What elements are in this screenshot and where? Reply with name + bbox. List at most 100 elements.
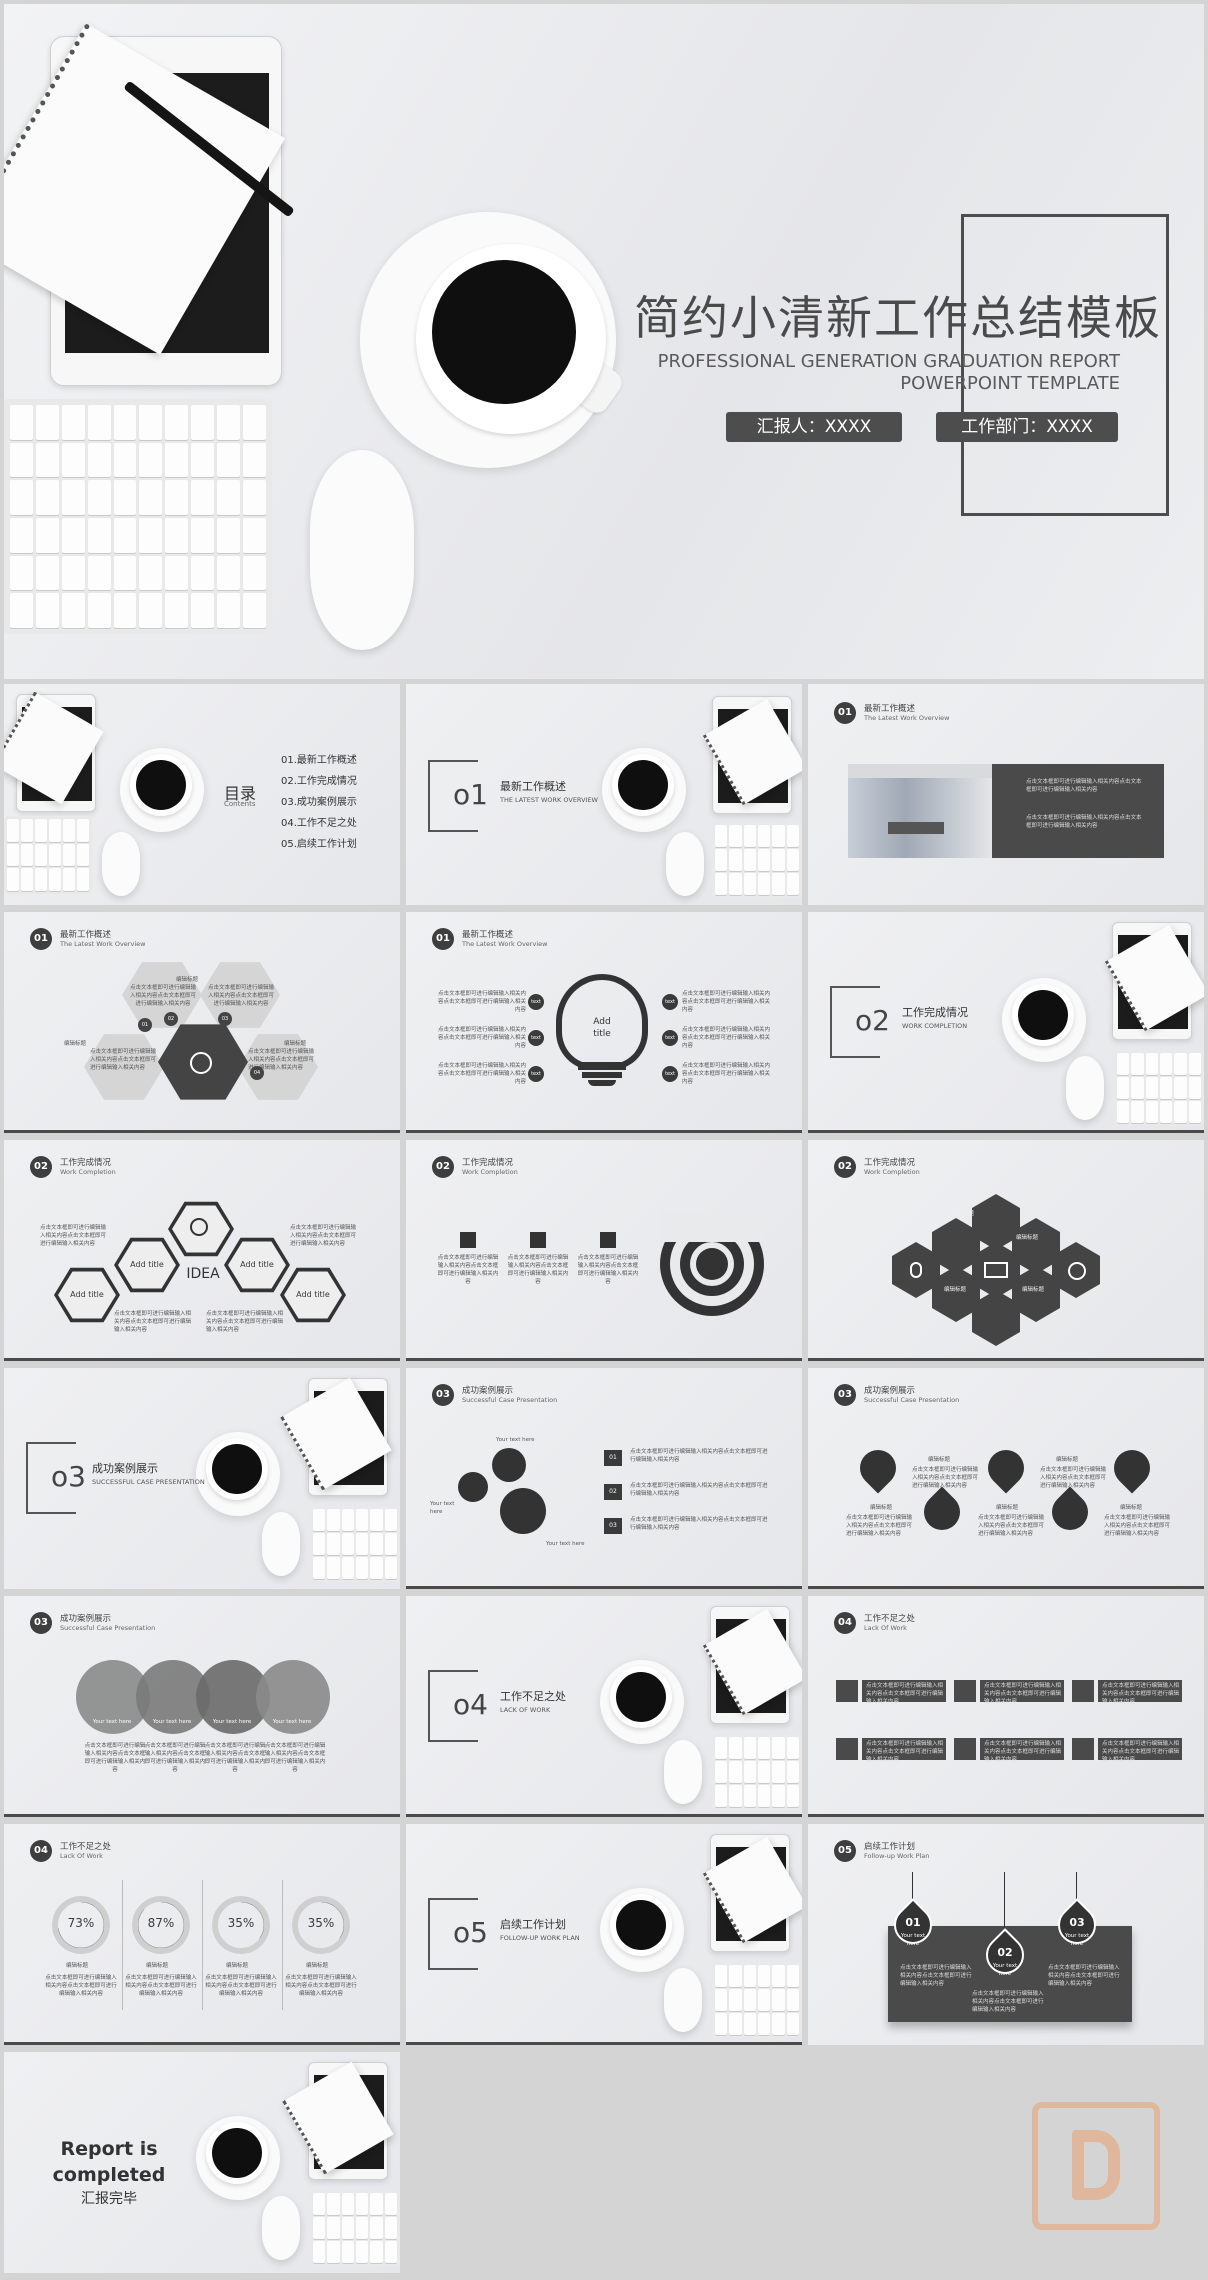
text-badge: text [662,994,678,1010]
link-icon [190,1218,208,1236]
ending-slide[interactable]: Report is completed 汇报完毕 [4,2052,400,2273]
overview-photo-slide[interactable]: 01 最新工作概述 The Latest Work Overview 点击文本框… [808,684,1204,905]
list-number: 02 [604,1484,622,1500]
slide-number: 01 [834,702,856,724]
contents-item[interactable]: 03.成功案例展示 [281,792,357,813]
share-icon [530,1232,546,1248]
photo-pin-icon [916,1486,968,1538]
text-badge: text [528,994,544,1010]
cover-subtitle: PROFESSIONAL GENERATION GRADUATION REPOR… [657,351,1120,394]
text-badge: text [662,1030,678,1046]
contents-item[interactable]: 04.工作不足之处 [281,813,357,834]
section-subtitle: WORK COMPLETION [902,1022,968,1030]
section-slide-3[interactable]: o3 成功案例展示 SUCCESSFUL CASE PRESENTATION [4,1368,400,1589]
users-icon [1068,1262,1086,1280]
slide-number: 03 [834,1384,856,1406]
slide-title: 工作完成情况 [864,1158,916,1168]
slide-number: 01 [432,928,454,950]
contents-subtitle: Contents [224,800,256,808]
slide-number: 02 [834,1156,856,1178]
progress-slide[interactable]: 04 工作不足之处 Lack Of Work 73% 87% 35% 35% 编… [4,1824,400,2045]
slide-number: 04 [834,1612,856,1634]
section-slide-1[interactable]: o1 最新工作概述 THE LATEST WORK OVERVIEW [406,684,802,905]
section-slide-5[interactable]: o5 启续工作计划 FOLLOW-UP WORK PLAN [406,1824,802,2045]
camera-pin-icon [1044,1486,1096,1538]
progress-value: 73% [67,1916,95,1930]
department-label: 工作部门：XXXX [936,412,1118,442]
office-photo [848,764,992,858]
section-title: 最新工作概述 [500,780,566,793]
cover-slide[interactable]: 简约小清新工作总结模板 PROFESSIONAL GENERATION GRAD… [4,4,1204,679]
cover-title: 简约小清新工作总结模板 [634,291,1162,345]
text-panel: 点击文本框即可进行编辑输入相关内容点击文本框即可进行编辑输入相关内容 点击文本框… [992,764,1164,858]
chat-pin-icon [980,1442,1032,1494]
slide-subtitle: Successful Case Presentation [462,1396,558,1404]
slide-number: 05 [834,1840,856,1862]
drop-number: 02 [997,1946,1013,1959]
bell-pin-icon [852,1442,904,1494]
list-number: 03 [604,1518,622,1534]
slide-subtitle: Work Completion [462,1168,518,1176]
gear-icon [500,1488,546,1534]
contents-slide[interactable]: 目录 Contents 01.最新工作概述 02.工作完成情况 03.成功案例展… [4,684,400,905]
section-subtitle: SUCCESSFUL CASE PRESENTATION [92,1478,205,1486]
reporter-label: 汇报人：XXXX [726,412,902,442]
settings-icon [836,1738,858,1760]
hex-cluster-slide[interactable]: 02 工作完成情况 Work Completion 编辑标题 编辑标题 编辑标题… [808,1140,1204,1361]
slide-title: 成功案例展示 [60,1614,112,1624]
section-slide-2[interactable]: o2 工作完成情况 WORK COMPLETION [808,912,1204,1133]
step-badge: 04 [250,1066,264,1080]
slide-number: 04 [30,1840,52,1862]
gear-icon [492,1448,526,1482]
mouse-icon [910,1262,922,1278]
slide-subtitle: The Latest Work Overview [462,940,548,948]
keyboard-image [4,399,272,634]
slide-subtitle: Successful Case Presentation [864,1396,960,1404]
idea-slide[interactable]: 02 工作完成情况 Work Completion Add title Add … [4,1140,400,1361]
slide-number: 02 [432,1156,454,1178]
step-badge: 03 [218,1012,232,1026]
hexagon-overview-slide[interactable]: 01 最新工作概述 The Latest Work Overview 编辑标题 … [4,912,400,1133]
section-number: o1 [453,778,488,811]
slide-number: 03 [432,1384,454,1406]
section-number: o5 [453,1916,488,1949]
drop-number: 01 [905,1916,921,1929]
contents-list: 01.最新工作概述 02.工作完成情况 03.成功案例展示 04.工作不足之处 … [281,750,357,855]
slide-title: 成功案例展示 [462,1386,514,1396]
circles-slide[interactable]: 03 成功案例展示 Successful Case Presentation Y… [4,1596,400,1817]
arc-diagram [660,1212,764,1316]
plan-slide[interactable]: 05 启续工作计划 Follow-up Work Plan 01 02 03 Y… [808,1824,1204,2045]
laptop-icon [984,1262,1008,1278]
gear-icon [458,1472,488,1502]
slide-title: 最新工作概述 [864,704,916,714]
section-slide-4[interactable]: o4 工作不足之处 LACK OF WORK [406,1596,802,1817]
lightbulb-slide[interactable]: 01 最新工作概述 The Latest Work Overview Add t… [406,912,802,1133]
contents-item[interactable]: 05.启续工作计划 [281,834,357,855]
mouse-image [310,450,414,650]
text-badge: text [528,1066,544,1082]
section-subtitle: FOLLOW-UP WORK PLAN [500,1934,580,1942]
slide-subtitle: The Latest Work Overview [60,940,146,948]
pins-slide[interactable]: 03 成功案例展示 Successful Case Presentation 编… [808,1368,1204,1589]
section-number: o2 [855,1004,890,1037]
section-title: 启续工作计划 [500,1918,566,1931]
idea-label: IDEA [186,1266,220,1282]
text-badge: text [528,1030,544,1046]
slide-subtitle: Successful Case Presentation [60,1624,156,1632]
progress-value: 35% [307,1916,335,1930]
lack-boxes-slide[interactable]: 04 工作不足之处 Lack Of Work 点击文本框即可进行编辑输入相关内容… [808,1596,1204,1817]
list-number: 01 [604,1450,622,1466]
clover-pin-icon [1106,1442,1158,1494]
contents-item[interactable]: 02.工作完成情况 [281,771,357,792]
gears-slide[interactable]: 03 成功案例展示 Successful Case Presentation Y… [406,1368,802,1589]
progress-value: 35% [227,1916,255,1930]
slide-title: 工作完成情况 [60,1158,112,1168]
step-badge: 02 [164,1012,178,1026]
drop-number: 03 [1069,1916,1085,1929]
contents-item[interactable]: 01.最新工作概述 [281,750,357,771]
ending-subtitle: 汇报完毕 [81,2191,137,2207]
arc-chart-slide[interactable]: 02 工作完成情况 Work Completion 点击文本框即可进行编辑输入相… [406,1140,802,1361]
slide-title: 工作不足之处 [60,1842,112,1852]
slide-subtitle: Follow-up Work Plan [864,1852,930,1860]
section-subtitle: LACK OF WORK [500,1706,551,1714]
